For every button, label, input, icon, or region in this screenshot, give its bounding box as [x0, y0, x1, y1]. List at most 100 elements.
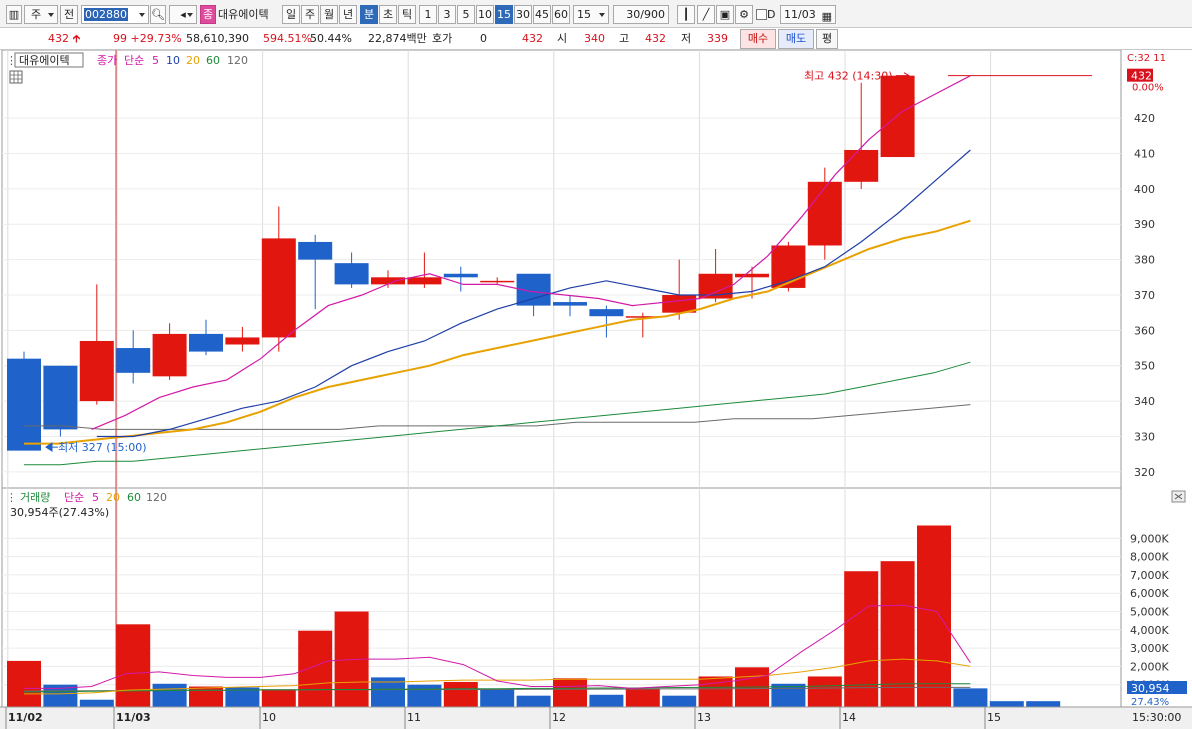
candle-body[interactable]: [407, 277, 442, 285]
volume-bar[interactable]: [662, 695, 697, 707]
candle-body[interactable]: [371, 277, 405, 285]
speaker-icon[interactable]: ◂: [169, 5, 197, 24]
eval-button[interactable]: 평: [816, 29, 838, 49]
volume-bar[interactable]: [79, 699, 114, 707]
candle-body[interactable]: [880, 75, 915, 158]
interval-3-button[interactable]: 3: [438, 5, 456, 24]
volume-bar[interactable]: [480, 689, 515, 707]
legend-ma60[interactable]: 60: [206, 54, 220, 67]
table-toggle-icon[interactable]: [9, 70, 23, 84]
volume-bar[interactable]: [261, 689, 296, 707]
volume-bar[interactable]: [152, 683, 187, 707]
interval-10-button[interactable]: 10: [476, 5, 494, 24]
calendar-icon[interactable]: ▦: [822, 8, 832, 25]
candle-body[interactable]: [480, 280, 515, 283]
candle-body[interactable]: [116, 348, 151, 373]
legend-ma5[interactable]: 5: [152, 54, 159, 67]
candle-body[interactable]: [771, 245, 806, 288]
candle-body[interactable]: [735, 273, 769, 278]
candle-body[interactable]: [553, 302, 587, 306]
all-button[interactable]: 전: [60, 5, 78, 24]
candle-body[interactable]: [225, 337, 260, 345]
candle-body[interactable]: [298, 241, 333, 260]
buy-button[interactable]: 매수: [740, 29, 776, 49]
period-month-button[interactable]: 월: [320, 5, 338, 24]
period-day-button[interactable]: 일: [282, 5, 300, 24]
legend-price-label[interactable]: 종가: [97, 54, 117, 67]
volume-bar[interactable]: [516, 695, 551, 707]
candle-body[interactable]: [79, 340, 114, 402]
volume-bar[interactable]: [625, 688, 660, 707]
volume-bar[interactable]: [807, 676, 842, 707]
chart-menu-icon[interactable]: ▥: [6, 5, 22, 24]
candle-body[interactable]: [807, 181, 842, 246]
volume-tick-label: 2,000K: [1130, 660, 1169, 673]
candle-body[interactable]: [844, 149, 879, 182]
x-tick-label: 14: [842, 711, 856, 724]
volume-legend-ma120[interactable]: 120: [146, 491, 167, 504]
volume-bar[interactable]: [880, 561, 915, 707]
volume-legend-handle-icon[interactable]: ⋮: [6, 491, 17, 504]
period-minute-button[interactable]: 분: [360, 5, 378, 24]
interval-5-button[interactable]: 5: [457, 5, 475, 24]
volume-legend-name[interactable]: 거래량: [20, 491, 50, 504]
volume-bar[interactable]: [917, 525, 951, 707]
legend-ma-type[interactable]: 단순: [124, 54, 144, 67]
candle-body[interactable]: [7, 358, 41, 451]
candle-body[interactable]: [443, 273, 478, 278]
sell-button[interactable]: 매도: [778, 29, 814, 49]
interval-1-button[interactable]: 1: [419, 5, 437, 24]
checkbox-box[interactable]: [756, 9, 767, 20]
count-value: 30: [626, 8, 641, 21]
stock-type-badge[interactable]: 종: [200, 5, 216, 24]
period-year-button[interactable]: 년: [339, 5, 357, 24]
volume-bar[interactable]: [189, 686, 223, 707]
candle-body[interactable]: [152, 333, 187, 377]
volume-bar[interactable]: [7, 660, 41, 707]
legend-ma120[interactable]: 120: [227, 54, 248, 67]
volume-bar[interactable]: [407, 684, 442, 707]
search-icon[interactable]: 🔍︎: [150, 5, 166, 24]
volume-bar[interactable]: [698, 676, 733, 707]
legend-ma10[interactable]: 10: [166, 54, 180, 67]
candle-body[interactable]: [261, 238, 296, 338]
volume-legend-ma20[interactable]: 20: [106, 491, 120, 504]
volume-tick-label: 3,000K: [1130, 642, 1169, 655]
candle-body[interactable]: [189, 333, 223, 352]
period-type-select[interactable]: 주: [24, 5, 58, 24]
candle-body[interactable]: [43, 365, 78, 430]
period-week-button[interactable]: 주: [301, 5, 319, 24]
date-input[interactable]: 11/03 ▦: [780, 5, 836, 24]
interval-30-button[interactable]: 30: [514, 5, 532, 24]
period-second-button[interactable]: 초: [379, 5, 397, 24]
interval-45-button[interactable]: 45: [533, 5, 551, 24]
save-icon[interactable]: ▣: [716, 5, 734, 24]
gear-icon[interactable]: ⚙: [735, 5, 753, 24]
volume-bar[interactable]: [989, 701, 1024, 707]
interval-60-button[interactable]: 60: [552, 5, 570, 24]
volume-legend-ma-type[interactable]: 단순: [64, 491, 84, 504]
volume-bar[interactable]: [844, 571, 879, 707]
legend-stock-name[interactable]: 대유에이텍: [19, 54, 70, 67]
volume-legend-ma5[interactable]: 5: [92, 491, 99, 504]
candle-body[interactable]: [334, 263, 369, 285]
candle-body[interactable]: [589, 309, 624, 317]
period-tick-button[interactable]: 틱: [398, 5, 416, 24]
volume-bar[interactable]: [1026, 701, 1061, 707]
interval-15-button[interactable]: 15: [495, 5, 513, 24]
draw-tool-icon[interactable]: ╱: [697, 5, 715, 24]
legend-ma20[interactable]: 20: [186, 54, 200, 67]
count-input[interactable]: 30/900: [613, 5, 669, 24]
d-checkbox[interactable]: D: [755, 5, 779, 24]
volume-bar[interactable]: [443, 681, 478, 707]
volume-bar[interactable]: [553, 678, 587, 707]
volume-bar[interactable]: [589, 694, 624, 707]
volume-bar[interactable]: [298, 630, 333, 707]
stock-code-input[interactable]: 002880: [81, 5, 149, 24]
candle-type-icon[interactable]: ┃: [677, 5, 695, 24]
interval-select[interactable]: 15: [573, 5, 609, 24]
volume-bar[interactable]: [116, 624, 151, 707]
volume-legend-ma60[interactable]: 60: [127, 491, 141, 504]
stock-chart[interactable]: 최고 432 (14:30) 최저 327 (15:00) 320 330 340 35…: [0, 50, 1192, 729]
volume-bar[interactable]: [953, 688, 988, 707]
